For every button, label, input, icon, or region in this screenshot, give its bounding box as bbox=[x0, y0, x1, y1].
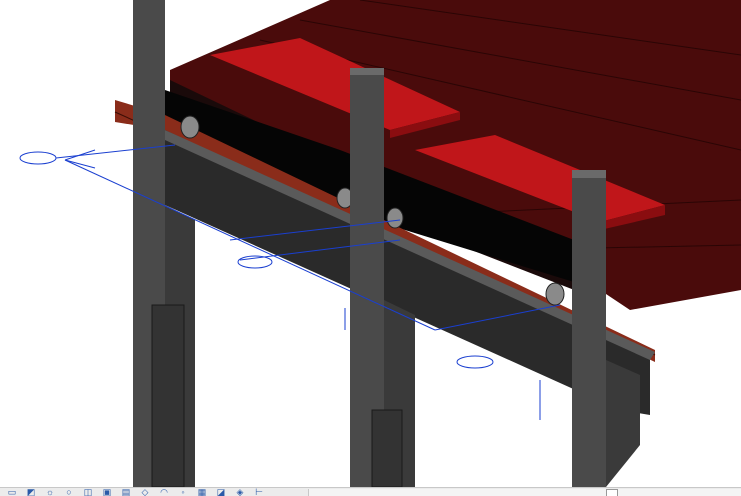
detail-level-icon[interactable]: ◩ bbox=[24, 488, 38, 496]
temporary-hide-icon[interactable]: ◠ bbox=[157, 488, 171, 496]
show-crop-icon[interactable]: ▤ bbox=[119, 488, 133, 496]
reveal-hidden-icon[interactable]: ◦ bbox=[176, 488, 190, 496]
design-options-icon[interactable]: ◪ bbox=[214, 488, 228, 496]
analytical-model-icon[interactable]: ◈ bbox=[233, 488, 247, 496]
view-control-bar: ▭ ◩ ☼ ○ ◫ ▣ ▤ ◇ ◠ ◦ ▦ ◪ ◈ ⊢ bbox=[0, 487, 741, 496]
3d-view-canvas[interactable]: ▭ ◩ ☼ ○ ◫ ▣ ▤ ◇ ◠ ◦ ▦ ◪ ◈ ⊢ bbox=[0, 0, 741, 496]
worksharing-icon[interactable]: ▦ bbox=[195, 488, 209, 496]
3d-model-scene[interactable] bbox=[0, 0, 741, 487]
scrollbar-thumb[interactable] bbox=[606, 489, 618, 496]
scale-icon[interactable]: ▭ bbox=[5, 488, 19, 496]
horizontal-scrollbar[interactable] bbox=[308, 489, 741, 496]
unlock-3d-icon[interactable]: ◇ bbox=[138, 488, 152, 496]
crop-view-icon[interactable]: ▣ bbox=[100, 488, 114, 496]
visual-style-icon[interactable]: ☼ bbox=[43, 488, 57, 496]
sun-path-icon[interactable]: ○ bbox=[62, 488, 76, 496]
shadows-icon[interactable]: ◫ bbox=[81, 488, 95, 496]
reveal-constraints-icon[interactable]: ⊢ bbox=[252, 488, 266, 496]
